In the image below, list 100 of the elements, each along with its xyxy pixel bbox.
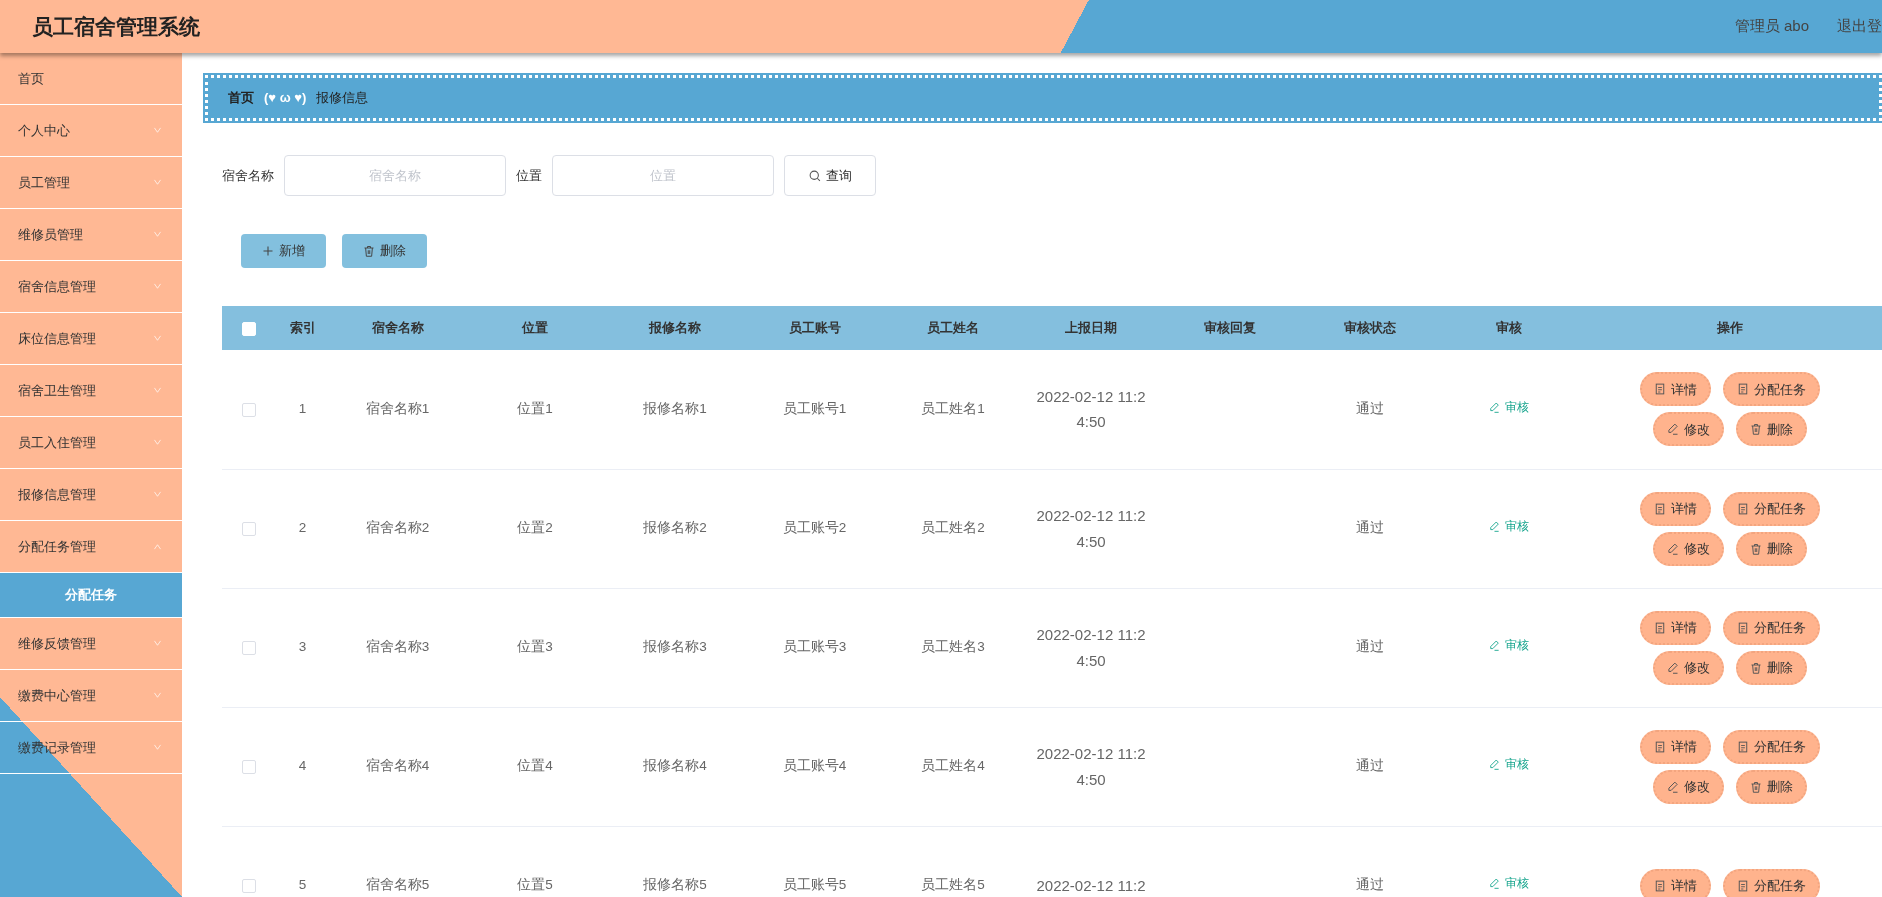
action-button[interactable]: 删除 (1736, 650, 1807, 685)
plus-icon (262, 245, 274, 257)
table-cell-text: 通过 (1355, 638, 1385, 657)
action-button[interactable]: 删除 (1736, 531, 1807, 566)
table-cell-text: 报修名称5 (642, 876, 708, 895)
user-label: 管理员 abo (1734, 16, 1809, 37)
table-cell-text: 2022-02-12 11:24:50 (1035, 744, 1147, 790)
table-cell-text: 员工账号3 (781, 638, 848, 657)
table-cell-text: 位置2 (516, 519, 554, 538)
menu-item[interactable]: 缴费记录管理 (0, 722, 182, 774)
document-icon (1654, 740, 1666, 753)
trash-icon (1750, 423, 1762, 436)
action-button[interactable]: 删除 (1736, 769, 1807, 804)
menu-item[interactable]: 首页 (0, 53, 182, 105)
table-cell-text: 位置4 (516, 757, 554, 776)
action-button[interactable]: 分配任务 (1723, 491, 1820, 526)
search-button[interactable]: 查询 (784, 155, 876, 196)
trash-icon (1750, 661, 1762, 674)
action-button[interactable]: 修改 (1653, 531, 1724, 566)
menu-item[interactable]: 床位信息管理 (0, 313, 182, 365)
menu-item[interactable]: 宿舍卫生管理 (0, 365, 182, 417)
action-button[interactable]: 分配任务 (1723, 372, 1820, 407)
menu-item[interactable]: 宿舍信息管理 (0, 261, 182, 313)
action-button[interactable]: 修改 (1653, 650, 1724, 685)
pencil-icon (1667, 661, 1679, 674)
menu-item[interactable]: 个人中心 (0, 105, 182, 157)
document-icon (1654, 502, 1666, 515)
menu-item[interactable]: 维修反馈管理 (0, 618, 182, 670)
action-button[interactable]: 修改 (1653, 412, 1724, 447)
trash-icon (1750, 542, 1762, 555)
table-cell-text: 员工姓名4 (920, 757, 986, 776)
action-button[interactable]: 删除 (1736, 412, 1807, 447)
search-field[interactable]: 宿舍名称 (284, 155, 506, 196)
row-checkbox[interactable] (241, 640, 256, 655)
column-header: 宿舍名称 (330, 306, 465, 350)
row-checkbox[interactable] (241, 759, 256, 774)
column-header: 员工姓名 (884, 306, 1022, 350)
action-button[interactable]: 详情 (1640, 491, 1711, 526)
search-icon (808, 169, 821, 182)
menu-item[interactable]: 员工入住管理 (0, 417, 182, 469)
row-checkbox[interactable] (241, 521, 256, 536)
table-cell-text: 通过 (1355, 876, 1385, 895)
table-cell-text: 位置3 (516, 638, 554, 657)
table-cell-text: 员工姓名5 (920, 876, 986, 895)
column-header: 审核 (1440, 306, 1578, 350)
table-cell-text: 2022-02-12 11:2 (1035, 875, 1147, 896)
table-cell-text: 位置5 (516, 876, 554, 895)
table-cell-text: 4 (297, 757, 308, 776)
table-cell-text: 通过 (1355, 757, 1385, 776)
table-cell-text: 通过 (1355, 519, 1385, 538)
menu-item[interactable]: 维修员管理 (0, 209, 182, 261)
pencil-icon (1489, 878, 1500, 890)
table-cell-text: 宿舍名称4 (364, 757, 431, 776)
action-button[interactable]: 详情 (1640, 729, 1711, 764)
pencil-icon (1489, 402, 1500, 414)
search-field[interactable]: 位置 (552, 155, 774, 196)
delete-button[interactable]: 删除 (342, 234, 427, 268)
action-button[interactable]: 详情 (1640, 610, 1711, 645)
pencil-icon (1667, 423, 1679, 436)
action-button[interactable]: 分配任务 (1723, 868, 1820, 897)
table-cell-text: 宿舍名称3 (364, 638, 431, 657)
table-cell-text: 员工姓名3 (920, 638, 986, 657)
table-cell-text: 2022-02-12 11:24:50 (1035, 625, 1147, 671)
table-cell-text: 宿舍名称2 (364, 519, 431, 538)
pencil-icon (1489, 640, 1500, 652)
pencil-icon (1667, 542, 1679, 555)
table-cell-text: 报修名称3 (642, 638, 708, 657)
table-cell-text: 报修名称2 (642, 519, 708, 538)
select-all-checkbox[interactable] (241, 321, 256, 336)
menu-item[interactable]: 员工管理 (0, 157, 182, 209)
breadcrumb-home[interactable]: 首页 (228, 88, 254, 108)
column-header: 索引 (275, 306, 330, 350)
column-header: 审核状态 (1300, 306, 1440, 350)
trash-icon (363, 245, 375, 257)
document-icon (1737, 879, 1749, 892)
pencil-icon (1489, 759, 1500, 771)
pencil-icon (1489, 521, 1500, 533)
logout-link[interactable]: 退出登 (1837, 15, 1882, 38)
table-cell-text: 2022-02-12 11:24:50 (1035, 386, 1147, 433)
add-button[interactable]: 新增 (241, 234, 326, 268)
action-button[interactable]: 分配任务 (1723, 610, 1820, 645)
column-header: 审核回复 (1160, 306, 1300, 350)
document-icon (1737, 621, 1749, 634)
menu-item[interactable]: 缴费中心管理 (0, 670, 182, 722)
table-cell-text: 员工账号2 (781, 519, 848, 538)
trash-icon (1750, 780, 1762, 793)
action-button[interactable]: 修改 (1653, 769, 1724, 804)
action-button[interactable]: 分配任务 (1723, 729, 1820, 764)
document-icon (1654, 879, 1666, 892)
document-icon (1654, 383, 1666, 396)
column-header: 位置 (465, 306, 605, 350)
table-cell-text: 1 (297, 400, 308, 419)
table-cell-text: 员工姓名2 (920, 519, 986, 538)
row-checkbox[interactable] (241, 402, 256, 417)
table-cell-text: 2 (297, 519, 308, 538)
app-title: 员工宿舍管理系统 (32, 13, 200, 40)
menu-item[interactable]: 报修信息管理 (0, 469, 182, 521)
action-button[interactable]: 详情 (1640, 868, 1711, 897)
row-checkbox[interactable] (241, 878, 256, 893)
action-button[interactable]: 详情 (1640, 372, 1711, 407)
